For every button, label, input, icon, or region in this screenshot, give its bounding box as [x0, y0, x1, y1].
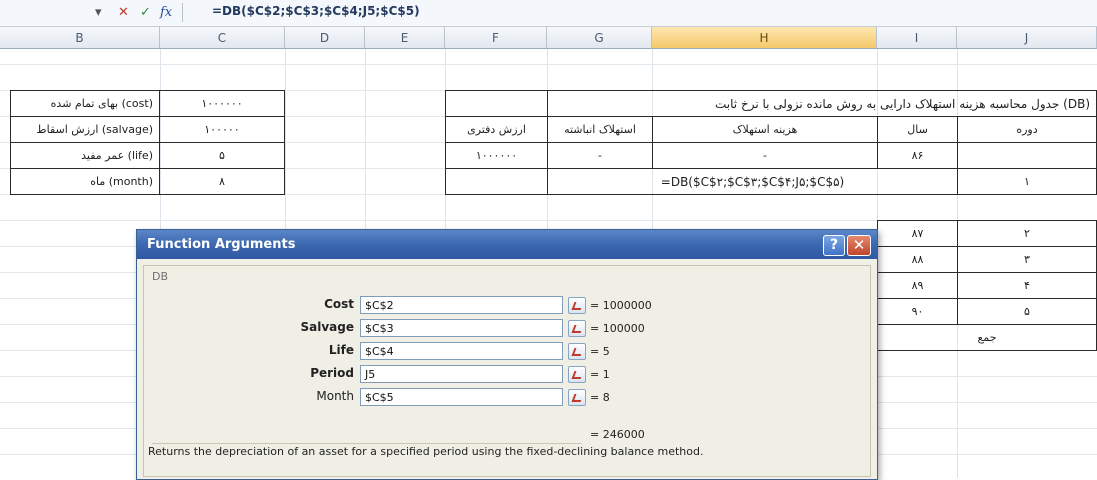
collapse-dialog-month-icon[interactable] — [568, 389, 586, 406]
cell-year-2[interactable]: ۸۷ — [877, 220, 958, 247]
arg-label-period: Period — [310, 366, 354, 380]
formula-bar-controls: ▾ ✕ ✓ fx — [0, 0, 205, 26]
cell-period-1[interactable]: ۱ — [957, 168, 1097, 195]
label-life[interactable]: عمر مفید (life) — [10, 142, 160, 169]
arg-label-salvage: Salvage — [300, 320, 354, 334]
header-year[interactable]: سال — [877, 116, 958, 143]
collapse-dialog-cost-icon[interactable] — [568, 297, 586, 314]
cell-period-first-empty[interactable] — [957, 142, 1097, 169]
formula-bar-divider — [182, 3, 183, 22]
cell-accumulated-first[interactable]: - — [547, 142, 653, 169]
label-cost[interactable]: بهای تمام شده (cost) — [10, 90, 160, 117]
cell-period-2[interactable]: ۲ — [957, 220, 1097, 247]
arg-value-cost: = 1000000 — [590, 299, 652, 312]
dialog-title-bar[interactable]: Function Arguments ? ✕ — [137, 230, 877, 259]
dialog-body: DB Cost $C$2 = 1000000 Salvage $C$3 = 10… — [143, 265, 871, 477]
value-salvage[interactable]: ۱۰۰۰۰۰ — [159, 116, 285, 143]
formula-input[interactable]: =DB($C$2;$C$3;$C$4;J5;$C$5) — [212, 4, 420, 18]
cell-period-4[interactable]: ۴ — [957, 272, 1097, 299]
collapse-dialog-period-icon[interactable] — [568, 366, 586, 383]
dialog-title: Function Arguments — [147, 237, 296, 252]
column-header-h[interactable]: H — [652, 27, 877, 49]
column-header-e[interactable]: E — [365, 27, 445, 49]
header-period[interactable]: دوره — [957, 116, 1097, 143]
arg-input-month[interactable]: $C$5 — [360, 388, 563, 406]
cell-period-3[interactable]: ۳ — [957, 246, 1097, 273]
arg-value-salvage: = 100000 — [590, 322, 645, 335]
arg-input-life[interactable]: $C$4 — [360, 342, 563, 360]
arg-input-period[interactable]: J5 — [360, 365, 563, 383]
cell-expense-first[interactable]: - — [652, 142, 878, 169]
depreciation-table-title[interactable]: جدول محاسبه هزینه استهلاک دارایی به روش … — [547, 90, 1097, 117]
dialog-separator — [152, 443, 582, 444]
table-title-empty-cell[interactable] — [445, 90, 548, 117]
arg-label-life: Life — [328, 343, 354, 357]
cell-formula-editing[interactable]: =DB($C$۲;$C$۳;$C$۴;J۵;$C$۵) — [547, 168, 958, 195]
cell-total-label[interactable]: جمع — [877, 324, 1097, 351]
cell-year-4[interactable]: ۸۹ — [877, 272, 958, 299]
cell-book-value-first[interactable]: ۱۰۰۰۰۰۰ — [445, 142, 548, 169]
collapse-dialog-salvage-icon[interactable] — [568, 320, 586, 337]
arg-value-life: = 5 — [590, 345, 610, 358]
help-icon[interactable]: ? — [823, 235, 845, 256]
arg-value-period: = 1 — [590, 368, 610, 381]
arg-value-month: = 8 — [590, 391, 610, 404]
cell-year-5[interactable]: ۹۰ — [877, 298, 958, 325]
column-header-i[interactable]: I — [877, 27, 957, 49]
arg-input-cost[interactable]: $C$2 — [360, 296, 563, 314]
cell-book-value-1[interactable] — [445, 168, 548, 195]
column-header-b[interactable]: B — [0, 27, 160, 49]
value-cost[interactable]: ۱۰۰۰۰۰۰ — [159, 90, 285, 117]
value-month[interactable]: ۸ — [159, 168, 285, 195]
label-salvage[interactable]: ارزش اسقاط (salvage) — [10, 116, 160, 143]
column-header-d[interactable]: D — [285, 27, 365, 49]
column-header-c[interactable]: C — [160, 27, 285, 49]
column-header-g[interactable]: G — [547, 27, 652, 49]
arg-label-month: Month — [316, 389, 354, 403]
insert-function-icon[interactable]: fx — [160, 4, 172, 22]
cancel-formula-icon[interactable]: ✕ — [118, 4, 129, 22]
close-icon[interactable]: ✕ — [847, 235, 871, 256]
function-name: DB — [152, 270, 169, 283]
header-book-value[interactable]: ارزش دفتری — [445, 116, 548, 143]
formula-result: = 246000 — [590, 428, 645, 441]
arg-input-salvage[interactable]: $C$3 — [360, 319, 563, 337]
name-box-dropdown-icon[interactable]: ▾ — [95, 4, 102, 22]
value-life[interactable]: ۵ — [159, 142, 285, 169]
header-accumulated-depreciation[interactable]: استهلاک انباشته — [547, 116, 653, 143]
formula-bar: ▾ ✕ ✓ fx =DB($C$2;$C$3;$C$4;J5;$C$5) — [0, 0, 1097, 27]
column-header-j[interactable]: J — [957, 27, 1097, 49]
enter-formula-icon[interactable]: ✓ — [140, 4, 151, 22]
function-arguments-dialog: Function Arguments ? ✕ DB Cost $C$2 = 10… — [136, 229, 878, 480]
collapse-dialog-life-icon[interactable] — [568, 343, 586, 360]
header-depreciation-expense[interactable]: هزینه استهلاک — [652, 116, 878, 143]
cell-year-3[interactable]: ۸۸ — [877, 246, 958, 273]
cell-year-first[interactable]: ۸۶ — [877, 142, 958, 169]
function-description: Returns the depreciation of an asset for… — [148, 445, 704, 458]
label-month[interactable]: ماه (month) — [10, 168, 160, 195]
column-header-f[interactable]: F — [445, 27, 547, 49]
arg-label-cost: Cost — [324, 297, 354, 311]
cell-period-5[interactable]: ۵ — [957, 298, 1097, 325]
